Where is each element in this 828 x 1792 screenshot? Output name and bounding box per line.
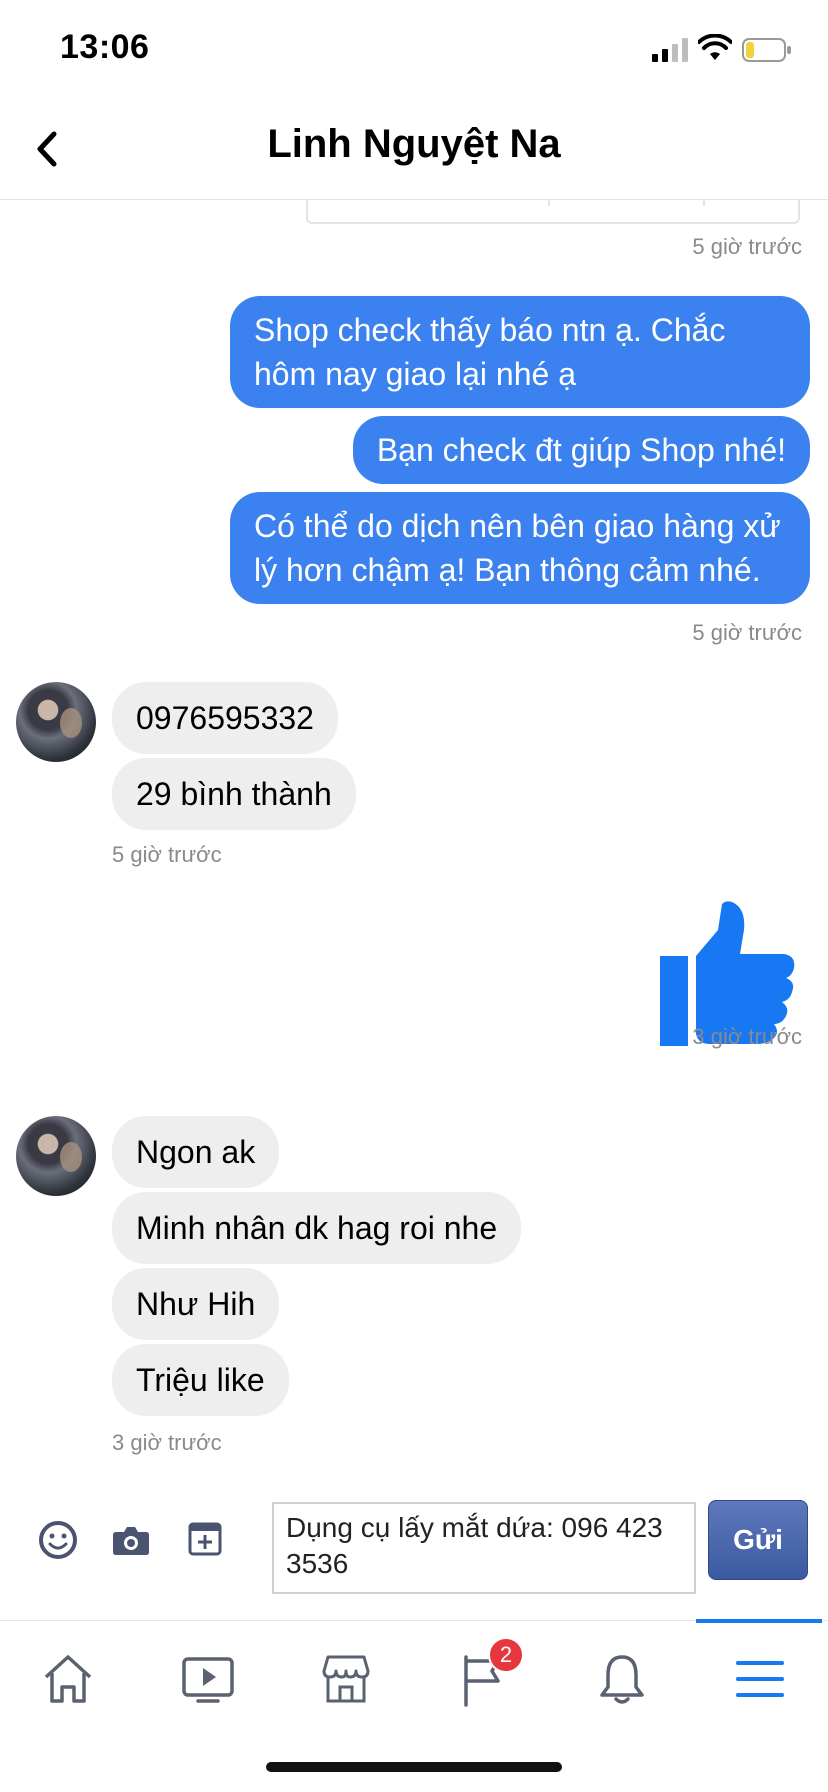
conversation-title: Linh Nguyệt Na <box>267 122 561 166</box>
battery-icon <box>742 38 791 62</box>
timestamp: 5 giờ trước <box>692 620 802 645</box>
home-indicator <box>266 1762 562 1772</box>
incoming-message[interactable]: Minh nhân dk hag roi nhe <box>112 1192 522 1264</box>
timestamp: 3 giờ trước <box>692 1024 802 1049</box>
incoming-message[interactable]: Như Hih <box>112 1268 280 1340</box>
incoming-message[interactable]: 29 bình thành <box>112 758 356 830</box>
timestamp: 3 giờ trước <box>112 1430 222 1455</box>
camera-icon[interactable] <box>112 1524 150 1556</box>
add-attachment-icon[interactable] <box>188 1522 222 1556</box>
outgoing-message[interactable]: Có thể do dịch nên bên giao hàng xử lý h… <box>230 492 810 604</box>
incoming-message[interactable]: 0976595332 <box>112 682 338 754</box>
outgoing-message[interactable]: Shop check thấy báo ntn ạ. Chắc hôm nay … <box>230 296 810 408</box>
video-icon[interactable] <box>178 1649 238 1709</box>
wifi-icon <box>698 34 732 60</box>
outgoing-message[interactable]: Bạn check đt giúp Shop nhé! <box>352 416 810 484</box>
home-icon[interactable] <box>38 1649 98 1709</box>
message-list[interactable]: 5 giờ trước Shop check thấy báo ntn ạ. C… <box>0 200 828 1490</box>
emoji-icon[interactable] <box>38 1520 78 1560</box>
bell-icon[interactable] <box>592 1649 652 1709</box>
shared-card-remnant[interactable] <box>306 200 800 224</box>
active-tab-indicator <box>696 1619 822 1623</box>
message-composer: Dụng cụ lấy mắt dứa: 096 423 3536 Gửi <box>0 1490 828 1620</box>
incoming-message[interactable]: Ngon ak <box>112 1116 280 1188</box>
menu-icon[interactable] <box>730 1649 790 1709</box>
timestamp: 5 giờ trước <box>692 234 802 259</box>
notification-badge: 2 <box>488 1637 524 1673</box>
status-time: 13:06 <box>60 28 150 66</box>
send-button[interactable]: Gửi <box>708 1500 808 1580</box>
timestamp: 5 giờ trước <box>112 842 222 867</box>
contact-avatar[interactable] <box>16 1116 96 1196</box>
conversation-header: Linh Nguyệt Na <box>0 100 828 200</box>
contact-avatar[interactable] <box>16 682 96 762</box>
message-input[interactable]: Dụng cụ lấy mắt dứa: 096 423 3536 <box>272 1502 696 1594</box>
cellular-signal-icon <box>652 38 688 62</box>
marketplace-icon[interactable] <box>316 1649 376 1709</box>
incoming-message[interactable]: Triệu like <box>112 1344 289 1416</box>
